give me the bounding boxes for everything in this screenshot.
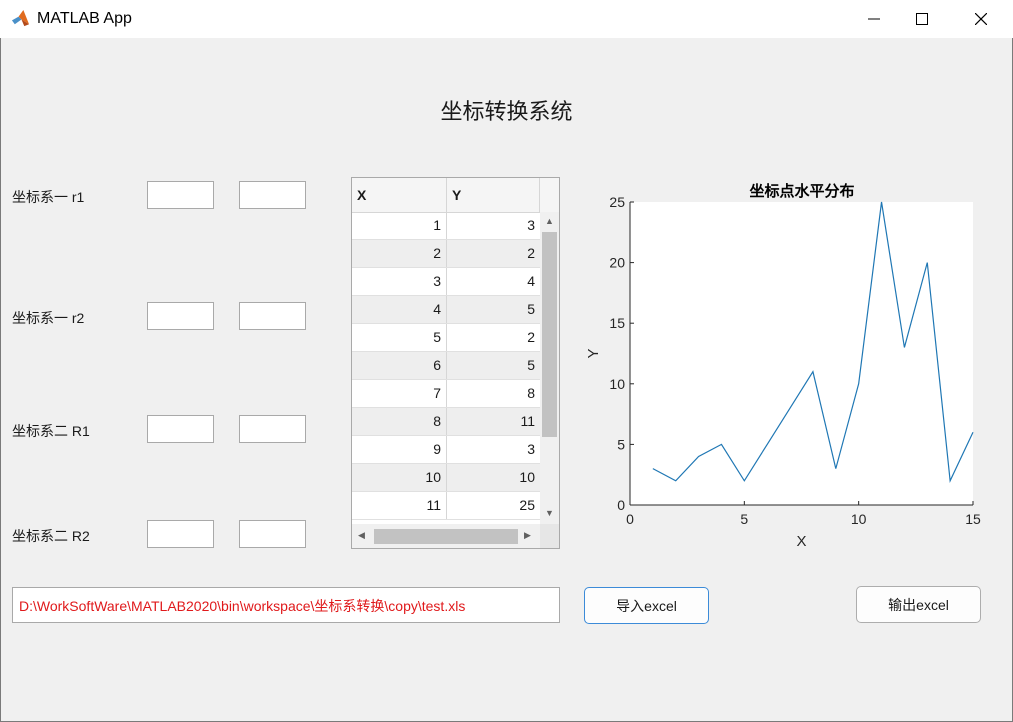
minimize-icon: [868, 18, 880, 20]
plot-area: [630, 202, 973, 505]
window-title: MATLAB App: [37, 10, 132, 27]
horizontal-scrollbar[interactable]: ◀ ▶: [352, 524, 540, 548]
r1-label: 坐标系一 r1: [12, 189, 85, 205]
r2-field-2[interactable]: [239, 302, 306, 330]
r1-field-1[interactable]: [147, 181, 214, 209]
scrollbar-corner: [540, 524, 559, 548]
x-tick-label: 0: [626, 511, 634, 527]
column-header-x[interactable]: X: [352, 178, 447, 212]
table-cell-x[interactable]: 10: [352, 464, 447, 491]
scroll-left-icon[interactable]: ◀: [358, 530, 365, 541]
horizontal-scroll-thumb[interactable]: [374, 529, 518, 544]
table-cell-y[interactable]: 10: [447, 464, 540, 491]
y-tick-label: 0: [617, 497, 625, 513]
R1-field-2[interactable]: [239, 415, 306, 443]
vertical-scrollbar[interactable]: ▲ ▼: [540, 212, 559, 524]
table-row[interactable]: 13: [352, 212, 540, 240]
x-tick-label: 10: [851, 511, 867, 527]
scroll-down-icon[interactable]: ▼: [545, 508, 554, 518]
table-cell-x[interactable]: 5: [352, 324, 447, 351]
line-chart: 0 5 10 15 0 5 10 15 20 25 X Y: [585, 195, 981, 550]
maximize-button[interactable]: [899, 0, 945, 38]
table-cell-x[interactable]: 11: [352, 492, 447, 519]
x-tick-label: 15: [965, 511, 981, 527]
vertical-scroll-thumb[interactable]: [542, 232, 557, 437]
x-axis-label: X: [796, 533, 806, 550]
table-cell-x[interactable]: 1: [352, 212, 447, 239]
r2-field-1[interactable]: [147, 302, 214, 330]
minimize-button[interactable]: [851, 0, 897, 38]
table-cell-y[interactable]: 5: [447, 296, 540, 323]
table-cell-x[interactable]: 4: [352, 296, 447, 323]
table-cell-x[interactable]: 8: [352, 408, 447, 435]
table-cell-y[interactable]: 4: [447, 268, 540, 295]
table-row[interactable]: 11 25: [352, 492, 540, 520]
export-excel-button[interactable]: 输出excel: [856, 586, 981, 623]
table-row[interactable]: 22: [352, 240, 540, 268]
y-tick-label: 5: [617, 436, 625, 452]
table-row[interactable]: 78: [352, 380, 540, 408]
table-row[interactable]: 65: [352, 352, 540, 380]
table-row[interactable]: 52: [352, 324, 540, 352]
import-excel-button[interactable]: 导入excel: [584, 587, 709, 624]
scroll-up-icon[interactable]: ▲: [545, 216, 554, 226]
table-cell-y[interactable]: 11: [447, 408, 540, 435]
table-cell-y[interactable]: 2: [447, 324, 540, 351]
y-axis-label: Y: [585, 348, 602, 358]
table-cell-x[interactable]: 6: [352, 352, 447, 379]
table-cell-x[interactable]: 9: [352, 436, 447, 463]
R2-field-1[interactable]: [147, 520, 214, 548]
r1-field-2[interactable]: [239, 181, 306, 209]
page-title: 坐标转换系统: [440, 99, 573, 124]
file-path-field[interactable]: D:\WorkSoftWare\MATLAB2020\bin\workspace…: [12, 587, 560, 623]
table-cell-x[interactable]: 7: [352, 380, 447, 407]
data-table[interactable]: X Y 1 3 2 2 3 4 4 5 5 2 6 5 7 8 8 11 9 3 10 10 11 25 ▲ ▼ ◀ ▶: [351, 177, 560, 549]
table-cell-x[interactable]: 2: [352, 240, 447, 267]
table-cell-y[interactable]: 8: [447, 380, 540, 407]
column-header-y[interactable]: Y: [447, 178, 540, 212]
title-bar: MATLAB App: [0, 0, 1013, 38]
matlab-logo-icon: [11, 9, 30, 27]
R2-label: 坐标系二 R2: [12, 528, 90, 544]
table-row[interactable]: 93: [352, 436, 540, 464]
R1-field-1[interactable]: [147, 415, 214, 443]
table-row[interactable]: 8 11: [352, 408, 540, 436]
scroll-right-icon[interactable]: ▶: [524, 530, 531, 541]
r2-label: 坐标系一 r2: [12, 310, 85, 326]
close-icon: [975, 13, 987, 25]
table-row[interactable]: 34: [352, 268, 540, 296]
table-row[interactable]: 10 10: [352, 464, 540, 492]
x-tick-label: 5: [740, 511, 748, 527]
y-tick-label: 25: [609, 195, 625, 210]
R1-label: 坐标系二 R1: [12, 423, 90, 439]
table-cell-y[interactable]: 3: [447, 212, 540, 239]
maximize-icon: [916, 13, 928, 25]
table-cell-x[interactable]: 3: [352, 268, 447, 295]
table-header: X Y: [352, 178, 559, 213]
table-cell-y[interactable]: 3: [447, 436, 540, 463]
y-tick-label: 10: [609, 376, 625, 392]
table-cell-y[interactable]: 25: [447, 492, 540, 519]
R2-field-2[interactable]: [239, 520, 306, 548]
table-cell-y[interactable]: 5: [447, 352, 540, 379]
y-tick-label: 20: [609, 255, 625, 271]
table-cell-y[interactable]: 2: [447, 240, 540, 267]
table-row[interactable]: 45: [352, 296, 540, 324]
close-button[interactable]: [958, 0, 1004, 38]
y-tick-label: 15: [609, 315, 625, 331]
